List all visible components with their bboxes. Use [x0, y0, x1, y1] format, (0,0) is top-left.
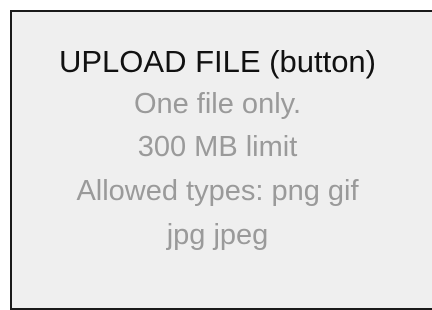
- allowed-types-continued-text: jpg jpeg: [166, 219, 269, 251]
- file-size-limit-text: 300 MB limit: [137, 131, 298, 163]
- file-upload-dropzone[interactable]: UPLOAD FILE (button) One file only. 300 …: [10, 10, 432, 310]
- upload-file-button[interactable]: UPLOAD FILE (button): [12, 42, 423, 82]
- allowed-types-text: Allowed types: png gif: [76, 175, 359, 207]
- file-count-limit-text: One file only.: [133, 88, 302, 120]
